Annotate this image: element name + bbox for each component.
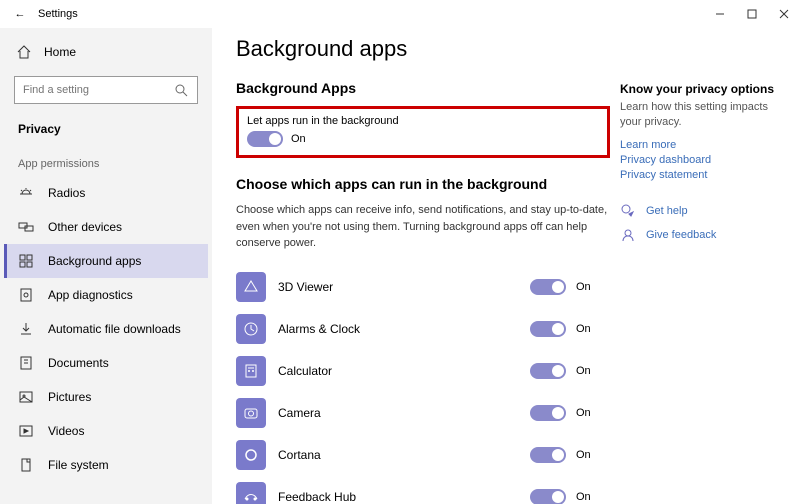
app-icon [236, 272, 266, 302]
close-button[interactable] [768, 0, 800, 28]
nav-icon [18, 389, 34, 405]
feedback-icon [620, 227, 636, 243]
nav-icon [18, 457, 34, 473]
sidebar-item-file-system[interactable]: File system [4, 448, 208, 482]
section-heading-2: Choose which apps can run in the backgro… [236, 176, 620, 192]
info-text: Learn how this setting impacts your priv… [620, 100, 790, 131]
app-toggle[interactable] [530, 405, 566, 421]
app-toggle-state: On [576, 491, 591, 503]
sidebar-item-documents[interactable]: Documents [4, 346, 208, 380]
nav-label: Documents [48, 356, 109, 370]
nav-label: File system [48, 458, 109, 472]
info-heading: Know your privacy options [620, 82, 790, 96]
app-row: Alarms & Clock On [236, 308, 620, 350]
help-icon [620, 203, 636, 219]
search-input[interactable] [14, 76, 198, 104]
app-row: Calculator On [236, 350, 620, 392]
app-row: 3D Viewer On [236, 266, 620, 308]
nav-label: Videos [48, 424, 84, 438]
sidebar-item-automatic-file-downloads[interactable]: Automatic file downloads [4, 312, 208, 346]
sidebar-item-background-apps[interactable]: Background apps [4, 244, 208, 278]
main-content: Background apps Background Apps Let apps… [236, 32, 620, 504]
back-icon[interactable]: ← [10, 8, 30, 20]
nav-icon [18, 321, 34, 337]
app-toggle[interactable] [530, 489, 566, 504]
info-pane: Know your privacy options Learn how this… [620, 32, 790, 504]
app-toggle[interactable] [530, 447, 566, 463]
sidebar-item-videos[interactable]: Videos [4, 414, 208, 448]
app-icon [236, 440, 266, 470]
nav-label: Automatic file downloads [48, 322, 181, 336]
app-row: Cortana On [236, 434, 620, 476]
app-name: Camera [278, 406, 530, 420]
nav-icon [18, 423, 34, 439]
info-link[interactable]: Privacy dashboard [620, 154, 790, 166]
info-link[interactable]: Learn more [620, 139, 790, 151]
nav-label: Radios [48, 186, 85, 200]
app-row: Feedback Hub On [236, 476, 620, 504]
search-icon [173, 82, 189, 98]
master-toggle-label: Let apps run in the background [247, 115, 599, 127]
app-name: Alarms & Clock [278, 322, 530, 336]
sidebar-item-radios[interactable]: Radios [4, 176, 208, 210]
sidebar-item-other-devices[interactable]: Other devices [4, 210, 208, 244]
sidebar: Home Privacy App permissions Radios Other… [0, 28, 212, 504]
app-name: Feedback Hub [278, 490, 530, 504]
nav-icon [18, 219, 34, 235]
master-toggle[interactable] [247, 131, 283, 147]
category-header: Privacy [4, 112, 208, 146]
nav-label: Other devices [48, 220, 122, 234]
minimize-button[interactable] [704, 0, 736, 28]
home-icon [16, 44, 32, 60]
nav-label: Pictures [48, 390, 91, 404]
page-title: Background apps [236, 36, 620, 62]
section-description: Choose which apps can receive info, send… [236, 202, 610, 252]
app-toggle-state: On [576, 281, 591, 293]
app-icon [236, 314, 266, 344]
master-toggle-state: On [291, 133, 306, 145]
titlebar: ← Settings [0, 0, 800, 28]
maximize-button[interactable] [736, 0, 768, 28]
home-label: Home [44, 45, 76, 59]
app-toggle-state: On [576, 323, 591, 335]
app-row: Camera On [236, 392, 620, 434]
app-name: Calculator [278, 364, 530, 378]
app-icon [236, 398, 266, 428]
app-name: 3D Viewer [278, 280, 530, 294]
help-label: Get help [646, 205, 688, 217]
app-toggle[interactable] [530, 363, 566, 379]
master-toggle-highlight: Let apps run in the background On [236, 106, 610, 158]
info-link[interactable]: Privacy statement [620, 169, 790, 181]
app-icon [236, 482, 266, 504]
nav-icon [18, 287, 34, 303]
search-field[interactable] [23, 84, 173, 96]
get-help-link[interactable]: Get help [620, 203, 790, 219]
app-toggle-state: On [576, 449, 591, 461]
section-label: App permissions [4, 146, 208, 176]
nav-icon [18, 355, 34, 371]
nav-icon [18, 253, 34, 269]
sidebar-item-app-diagnostics[interactable]: App diagnostics [4, 278, 208, 312]
home-nav[interactable]: Home [4, 36, 208, 68]
section-heading: Background Apps [236, 80, 620, 96]
nav-icon [18, 185, 34, 201]
sidebar-item-pictures[interactable]: Pictures [4, 380, 208, 414]
feedback-label: Give feedback [646, 229, 716, 241]
app-icon [236, 356, 266, 386]
app-toggle[interactable] [530, 279, 566, 295]
app-name: Cortana [278, 448, 530, 462]
nav-label: App diagnostics [48, 288, 133, 302]
nav-label: Background apps [48, 254, 141, 268]
app-toggle-state: On [576, 365, 591, 377]
app-toggle-state: On [576, 407, 591, 419]
give-feedback-link[interactable]: Give feedback [620, 227, 790, 243]
app-toggle[interactable] [530, 321, 566, 337]
window-title: Settings [38, 8, 78, 20]
